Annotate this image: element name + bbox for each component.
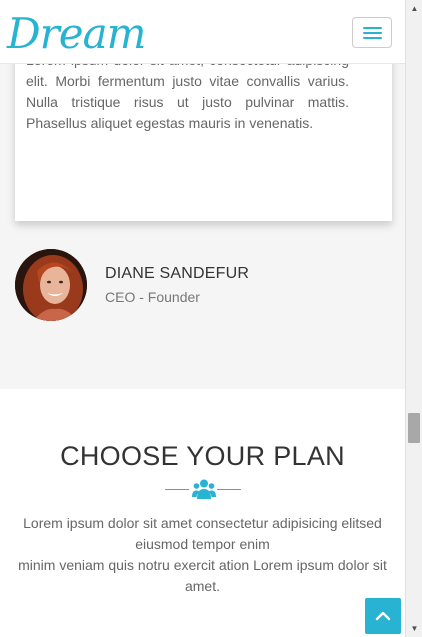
chevron-up-icon <box>375 611 391 621</box>
scroll-down-arrow-icon[interactable]: ▼ <box>406 620 422 637</box>
description-line-2: minim veniam quis notru exercit ation Lo… <box>18 557 387 594</box>
brand-logo[interactable]: Dream <box>7 8 146 60</box>
menu-toggle-button[interactable] <box>352 17 392 48</box>
divider-right <box>217 489 241 490</box>
users-icon <box>192 479 216 499</box>
vertical-scrollbar[interactable]: ▲ ▼ <box>405 0 422 637</box>
avatar <box>15 249 87 321</box>
divider-left <box>165 489 189 490</box>
description-line-1: Lorem ipsum dolor sit amet consectetur a… <box>23 515 382 552</box>
navbar: Dream <box>0 0 405 64</box>
author-role: CEO - Founder <box>105 289 200 305</box>
section-title: CHOOSE YOUR PLAN <box>60 441 345 471</box>
scroll-up-arrow-icon[interactable]: ▲ <box>406 0 422 17</box>
scroll-thumb[interactable] <box>408 413 420 443</box>
back-to-top-button[interactable] <box>365 598 401 634</box>
author-name: DIANE SANDEFUR <box>105 265 250 282</box>
section-description: Lorem ipsum dolor sit amet consectetur a… <box>10 513 395 597</box>
pricing-section: CHOOSE YOUR PLAN Lorem ipsum dolor sit a… <box>0 389 405 637</box>
avatar-image <box>15 249 87 321</box>
